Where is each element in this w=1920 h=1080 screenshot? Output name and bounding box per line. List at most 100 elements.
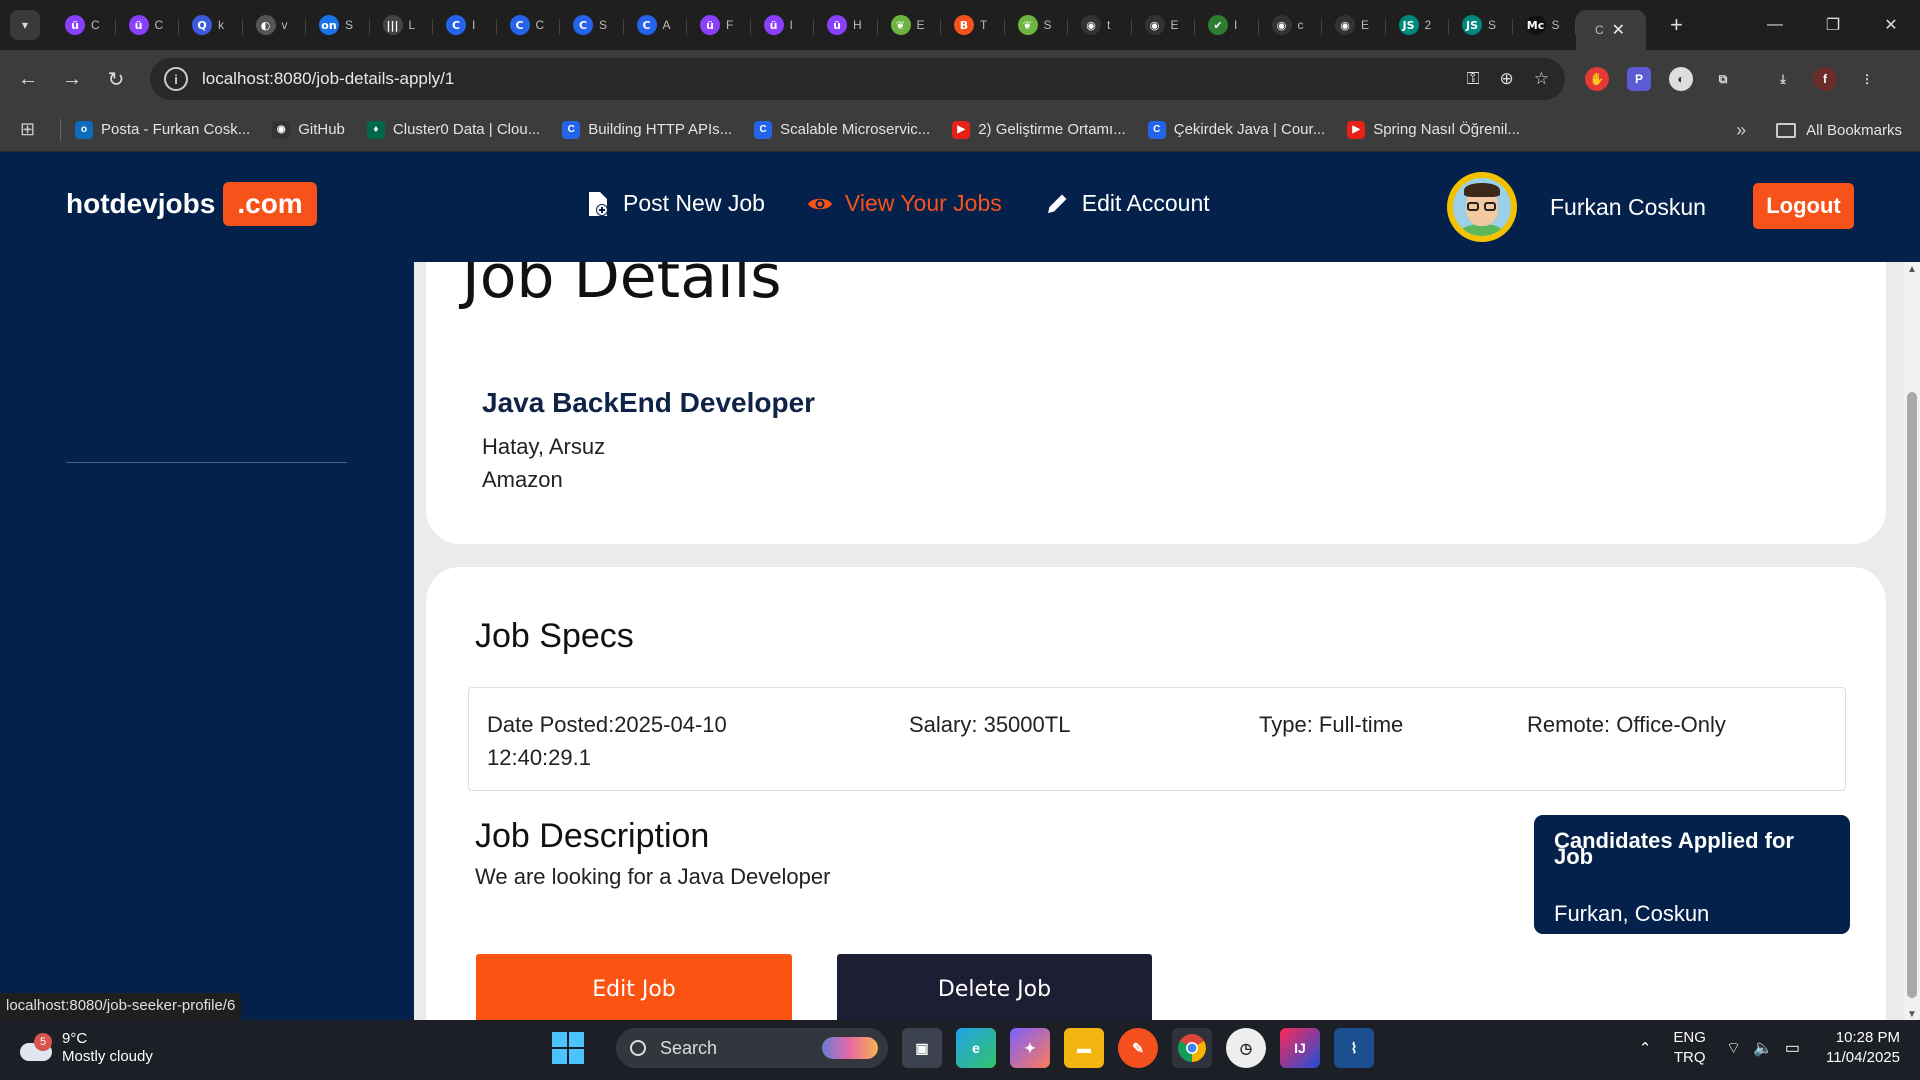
bookmark-item[interactable]: ▶ 2) Geliştirme Ortamı... [952,120,1126,139]
bookmark-item[interactable]: C Çekirdek Java | Cour... [1147,120,1325,139]
browser-tab[interactable]: CC [497,7,561,43]
browser-tab[interactable]: CS [560,7,624,43]
browser-tab[interactable]: üF [687,7,751,43]
browser-tab[interactable]: Mc S [1513,7,1577,43]
postman-icon[interactable]: ✎ [1118,1028,1158,1068]
browser-menu-icon[interactable]: ⋮ [1855,67,1879,91]
browser-tab[interactable]: ✔ I [1195,7,1259,43]
nav-view-your-jobs[interactable]: View Your Jobs [807,190,1002,217]
browser-tab[interactable]: Qk [179,7,243,43]
browser-tab[interactable]: JS S [1449,7,1513,43]
reload-button[interactable]: ↻ [94,57,138,101]
all-bookmarks-link[interactable]: All Bookmarks [1806,122,1902,139]
edit-job-button[interactable]: Edit Job [476,954,792,1020]
clock[interactable]: 10:28 PM 11/04/2025 [1826,1028,1900,1068]
logo-text: hotdevjobs [66,188,216,219]
link-status-bubble: localhost:8080/job-seeker-profile/6 [0,993,242,1020]
apps-grid-icon[interactable]: ⊞ [20,119,50,140]
mysql-workbench-icon[interactable]: ⌇ [1334,1028,1374,1068]
password-key-icon[interactable]: ⚿ [1467,69,1480,89]
browser-tab[interactable]: ◉ t [1068,7,1132,43]
browser-tab[interactable]: üC [52,7,116,43]
browser-tab[interactable]: üC [116,7,180,43]
taskbar-search[interactable]: Search [616,1028,888,1068]
profile-avatar-icon[interactable]: f [1813,67,1837,91]
browser-tab[interactable]: üH [814,7,878,43]
wifi-icon[interactable]: ⌔ [1726,1038,1741,1058]
download-icon[interactable]: ⤓ [1771,67,1795,91]
browser-tab[interactable]: ❦ E [878,7,942,43]
task-view-icon[interactable]: ▣ [902,1028,942,1068]
bookmark-item[interactable]: ♦ Cluster0 Data | Clou... [366,120,541,139]
intellij-icon[interactable]: IJ [1280,1028,1320,1068]
tab-favicon-icon: ◉ [1335,15,1355,35]
bookmark-item[interactable]: C Scalable Microservic... [754,120,930,139]
page-scrollbar[interactable]: ▲ ▼ [1904,262,1920,1020]
active-browser-tab[interactable]: C ✕ [1576,10,1646,50]
edge-browser-icon[interactable]: e [956,1028,996,1068]
extensions-puzzle-icon[interactable]: ⧉ [1711,67,1735,91]
zoom-icon[interactable]: ⊕ [1500,69,1514,89]
browser-tab[interactable]: BT [941,7,1005,43]
bookmark-label: Cluster0 Data | Clou... [392,121,541,138]
new-tab-button[interactable]: + [1670,12,1683,38]
bookmark-item[interactable]: ◉ GitHub [272,120,345,139]
windows-start-icon[interactable] [552,1032,584,1064]
scroll-up-arrow-icon[interactable]: ▲ [1907,264,1917,275]
chrome-icon[interactable] [1172,1028,1212,1068]
tab-close-icon[interactable]: ✕ [1612,20,1625,40]
browser-tab[interactable]: CA [624,7,688,43]
site-logo[interactable]: hotdevjobs .com [66,182,317,226]
delete-job-button[interactable]: Delete Job [837,954,1152,1020]
spec-date-posted: Date Posted:2025-04-10 12:40:29.1 [487,708,727,774]
clock-app-icon[interactable]: ◷ [1226,1028,1266,1068]
weather-widget[interactable]: 5 9°C Mostly cloudy [20,1030,153,1066]
url-text[interactable]: localhost:8080/job-details-apply/1 [202,69,454,89]
browser-tab[interactable]: üI [751,7,815,43]
browser-tab[interactable]: JS 2 [1386,7,1450,43]
back-button[interactable]: ← [6,57,50,101]
volume-icon[interactable]: 🔈 [1753,1038,1773,1058]
adblock-extension-icon[interactable]: ✋ [1585,67,1609,91]
logout-button[interactable]: Logout [1753,183,1854,229]
candidates-heading: Candidates Applied for Job [1554,828,1794,869]
browser-tab[interactable]: ◉ c [1259,7,1323,43]
nav-edit-account[interactable]: Edit Account [1044,190,1210,217]
tab-favicon-icon: ❦ [890,15,911,35]
browser-tab[interactable]: on S [306,7,370,43]
scrollbar-thumb[interactable] [1907,392,1917,998]
browser-tab[interactable]: CI [433,7,497,43]
user-name[interactable]: Furkan Coskun [1550,194,1706,221]
bookmark-item[interactable]: C Building HTTP APIs... [562,120,732,139]
address-bar[interactable]: i localhost:8080/job-details-apply/1 ⚿ ⊕… [150,58,1565,100]
tab-title: C [154,18,164,32]
file-explorer-icon[interactable]: ▬ [1064,1028,1104,1068]
extension-circle-icon[interactable]: ◐ [1669,67,1693,91]
tray-icons: ⌔ 🔈 ▭ [1726,1038,1800,1058]
user-menu[interactable]: Furkan Coskun [1447,172,1706,242]
forward-button[interactable]: → [50,57,94,101]
scroll-down-arrow-icon[interactable]: ▼ [1907,1009,1917,1020]
battery-icon[interactable]: ▭ [1785,1038,1800,1058]
browser-tab[interactable]: ◉ E [1322,7,1386,43]
copilot-icon[interactable]: ✦ [1010,1028,1050,1068]
browser-tab[interactable]: ❦ S [1005,7,1069,43]
nav-post-new-job[interactable]: Post New Job [585,190,765,217]
close-window-button[interactable]: ✕ [1862,0,1920,50]
candidate-link[interactable]: Furkan, Coskun [1554,901,1830,927]
bookmark-item[interactable]: ▶ Spring Nasıl Öğrenil... [1347,120,1520,139]
language-indicator[interactable]: ENG TRQ [1673,1028,1706,1068]
avatar[interactable] [1447,172,1517,242]
browser-tab[interactable]: ◐ v [243,7,307,43]
browser-tab[interactable]: ◉ E [1132,7,1196,43]
tray-overflow-chevron-icon[interactable]: ⌃ [1639,1039,1652,1057]
extension-icon[interactable]: P [1627,67,1651,91]
bookmark-star-icon[interactable]: ☆ [1534,69,1549,89]
bookmark-item[interactable]: o Posta - Furkan Cosk... [75,120,250,139]
bookmarks-chevron-icon[interactable]: » [1736,120,1746,141]
site-info-icon[interactable]: i [164,67,188,91]
browser-tab[interactable]: ||| L [370,7,434,43]
minimize-button[interactable]: — [1746,0,1804,50]
tab-search-button[interactable]: ▾ [10,10,40,40]
restore-button[interactable]: ❐ [1804,0,1862,50]
